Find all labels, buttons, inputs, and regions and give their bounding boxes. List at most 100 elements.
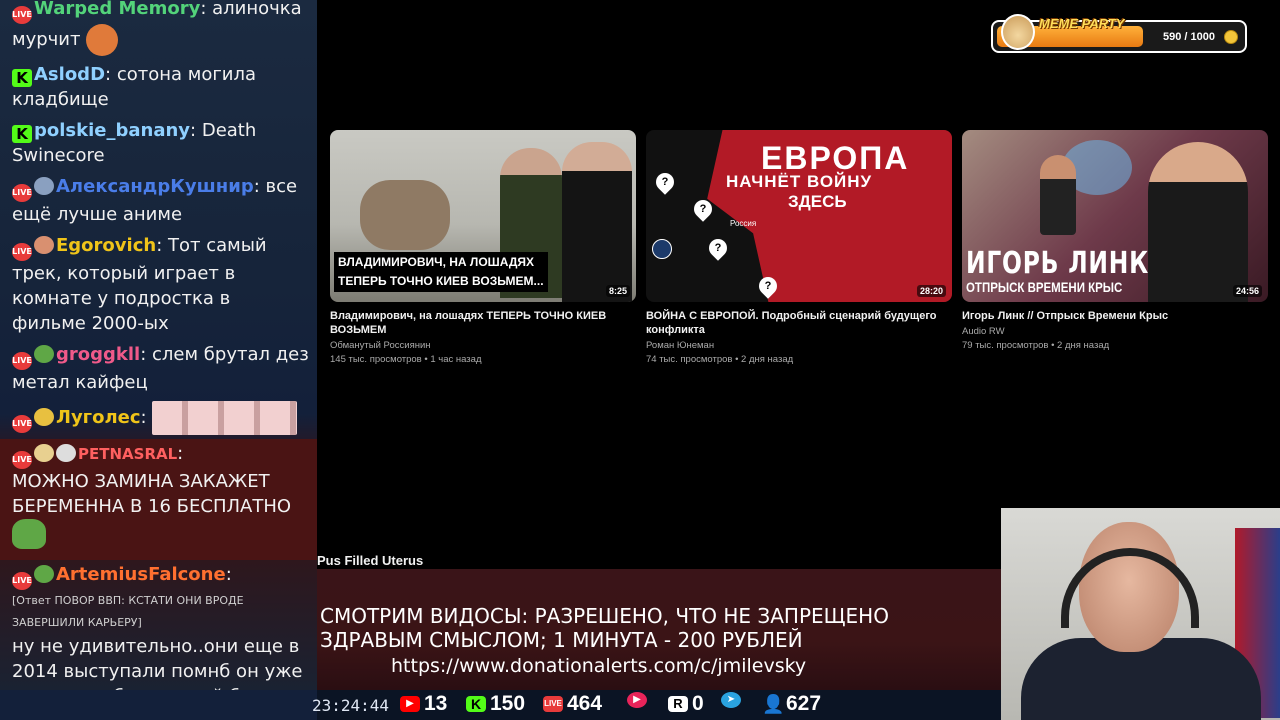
- chat-message: LIVE ArtemiusFalcone: [Ответ ПОВОР ВВП: К…: [0, 560, 317, 690]
- user-emote-icon: [34, 565, 54, 583]
- video-duration: 8:25: [605, 285, 630, 297]
- chat-username: PETNASRAL: [78, 445, 178, 463]
- chat-text: МОЖНО ЗАМИНА ЗАКАЖЕТ БЕРЕМЕННА В 16 БЕСП…: [12, 471, 292, 517]
- meme-party-label: MEME PARTY: [1039, 16, 1125, 31]
- chat-username: ArtemiusFalcone: [56, 564, 226, 585]
- person-figure: [1040, 155, 1076, 235]
- video-meta: 145 тыс. просмотров • 1 час назад: [330, 354, 482, 365]
- rules-line: ЗДРАВЫМ СМЫСЛОМ; 1 МИНУТА - 200 РУБЛЕЙ: [320, 628, 803, 652]
- video-title[interactable]: Игорь Линк // Отпрыск Времени Крыс: [962, 309, 1268, 323]
- live-badge-icon: LIVE: [12, 184, 32, 202]
- live-badge-icon: LIVE: [12, 352, 32, 370]
- person-figure: [1148, 142, 1248, 302]
- live-icon: LIVE: [543, 696, 563, 712]
- telegram-icon: ➤: [721, 692, 741, 708]
- thumbnail-caption: ВЛАДИМИРОВИЧ, НА ЛОШАДЯХ ТЕПЕРЬ ТОЧНО КИЕ…: [334, 252, 548, 292]
- rules-line: СМОТРИМ ВИДОСЫ: РАЗРЕШЕНО, ЧТО НЕ ЗАПРЕЩ…: [320, 604, 889, 628]
- video-card[interactable]: ЕВРОПА НАЧНЁТ ВОЙНУ ЗДЕСЬ Россия ? ? ? ?…: [646, 130, 952, 367]
- chat-footer: [0, 690, 317, 720]
- video-meta: 74 тыс. просмотров • 2 дня назад: [646, 354, 794, 365]
- kick-badge-icon: K: [12, 69, 32, 87]
- chat-username: polskie_banany: [34, 120, 191, 141]
- chat-message: LIVE Warped Memory: алиночка мурчит: [0, 0, 317, 60]
- person-figure: [562, 142, 632, 302]
- video-thumbnail[interactable]: ВЛАДИМИРОВИЧ, НА ЛОШАДЯХ ТЕПЕРЬ ТОЧНО КИЕ…: [330, 130, 636, 302]
- now-playing: Pus Filled Uterus: [317, 553, 424, 568]
- chat-message: LIVE АлександрКушнир: все ещё лучше аниме: [12, 176, 298, 225]
- video-title[interactable]: ВОЙНА С ЕВРОПОЙ. Подробный сценарий буду…: [646, 309, 952, 337]
- telegram-viewers: ➤: [721, 692, 745, 708]
- video-duration: 24:56: [1232, 285, 1262, 297]
- user-emote-icon: [34, 236, 54, 254]
- youtube-icon: ▶: [400, 696, 420, 712]
- skull-emote-icon: [56, 444, 76, 462]
- chat-text: ну не удивительно..они еще в 2014 выступ…: [12, 636, 303, 690]
- chat-message: K AslodD: сотона могила кладбище: [12, 64, 257, 110]
- user-emote-icon: [34, 408, 54, 426]
- map-label: Россия: [730, 219, 757, 228]
- map-pin-icon: ?: [690, 196, 716, 222]
- meme-party-widget: MEME PARTY 590 / 1000: [991, 14, 1247, 53]
- thumbnail-text: ОТПРЫСК ВРЕМЕНИ КРЫС: [966, 279, 1123, 295]
- video-thumbnail[interactable]: ИГОРЬ ЛИНК ОТПРЫСК ВРЕМЕНИ КРЫС 24:56: [962, 130, 1268, 302]
- cat-emote-icon: [152, 401, 298, 435]
- video-card[interactable]: ВЛАДИМИРОВИЧ, НА ЛОШАДЯХ ТЕПЕРЬ ТОЧНО КИЕ…: [330, 130, 636, 367]
- pepe-emote-icon: [12, 519, 46, 549]
- map-pin-icon: ?: [705, 235, 731, 261]
- rutube-viewers: ▶: [627, 692, 651, 708]
- video-title[interactable]: Владимирович, на лошадях ТЕПЕРЬ ТОЧНО КИ…: [330, 309, 636, 337]
- chat-username: АлександрКушнир: [56, 176, 254, 197]
- chat-username: groggkll: [56, 344, 141, 365]
- reply-quote: [Ответ ПОВОР ВВП: КСТАТИ ОНИ ВРОДЕ ЗАВЕР…: [12, 594, 244, 629]
- live-badge-icon: LIVE: [12, 6, 32, 24]
- emoji-icon: [86, 24, 119, 56]
- live-badge-icon: LIVE: [12, 572, 32, 590]
- thumbnail-text: ИГОРЬ ЛИНК: [966, 246, 1150, 281]
- rutube-icon: ▶: [627, 692, 647, 708]
- kick-icon: K: [466, 696, 486, 712]
- coin-icon: [1224, 30, 1238, 44]
- video-duration: 28:20: [916, 285, 946, 297]
- clock: 23:24:44: [312, 696, 390, 715]
- video-meta: 79 тыс. просмотров • 2 дня назад: [962, 340, 1110, 351]
- webcam-feed: [1001, 508, 1280, 720]
- video-channel[interactable]: Обманутый Россиянин: [330, 339, 636, 353]
- chat-username: Луголес: [56, 407, 141, 428]
- donation-link[interactable]: https://www.donationalerts.com/c/jmilevs…: [391, 654, 806, 678]
- total-viewers: 👤 627: [762, 692, 822, 715]
- chat-username: AslodD: [34, 64, 106, 85]
- chat-message: LIVE PETNASRAL: МОЖНО ЗАМИНА ЗАКАЖЕТ БЕРЕ…: [0, 439, 317, 560]
- nato-icon: [652, 239, 672, 259]
- live-viewers: LIVE 464: [543, 692, 603, 715]
- highlighted-message: LIVE PETNASRAL: МОЖНО ЗАМИНА ЗАКАЖЕТ БЕРЕ…: [0, 439, 317, 560]
- thumbnail-text: ЗДЕСЬ: [788, 192, 847, 211]
- kick-viewers: K 150: [466, 692, 525, 716]
- video-card[interactable]: ИГОРЬ ЛИНК ОТПРЫСК ВРЕМЕНИ КРЫС 24:56 Иг…: [962, 130, 1268, 353]
- kick-badge-icon: K: [12, 125, 32, 143]
- live-badge-icon: LIVE: [12, 415, 32, 433]
- thumbnail-text: НАЧНЁТ ВОЙНУ: [726, 172, 873, 191]
- map-pin-icon: ?: [652, 169, 678, 195]
- horse-figure: [360, 180, 450, 250]
- chat-username: Egorovich: [56, 235, 157, 256]
- live-badge-icon: LIVE: [12, 243, 32, 261]
- user-emote-icon: [34, 177, 54, 195]
- chat-panel: LIVE Warped Memory: алиночка мурчит K Aslo…: [0, 0, 317, 690]
- chat-message: LIVE Egorovich: Тот самый трек, который и…: [12, 235, 267, 334]
- youtube-viewers: ▶ 13: [400, 692, 447, 716]
- user-emote-icon: [34, 345, 54, 363]
- beer-emote-icon: [34, 444, 54, 462]
- chat-username: Warped Memory: [34, 0, 201, 19]
- map-pin-icon: ?: [755, 273, 781, 299]
- video-channel[interactable]: Роман Юнеман: [646, 339, 952, 353]
- video-channel[interactable]: Audio RW: [962, 325, 1268, 339]
- chat-message: LIVE Луголес:: [0, 399, 317, 439]
- meme-party-count: 590 / 1000: [1163, 31, 1215, 43]
- doge-icon: [1001, 14, 1035, 50]
- user-icon: 👤: [762, 694, 785, 714]
- video-thumbnail[interactable]: ЕВРОПА НАЧНЁТ ВОЙНУ ЗДЕСЬ Россия ? ? ? ?…: [646, 130, 952, 302]
- chat-message: Kpolskie_banany: Death Swinecore: [12, 120, 257, 166]
- chat-message: LIVE groggkll: слем брутал дез метал кайф…: [12, 344, 309, 393]
- live-badge-icon: LIVE: [12, 451, 32, 469]
- r-viewers: R0: [668, 692, 704, 716]
